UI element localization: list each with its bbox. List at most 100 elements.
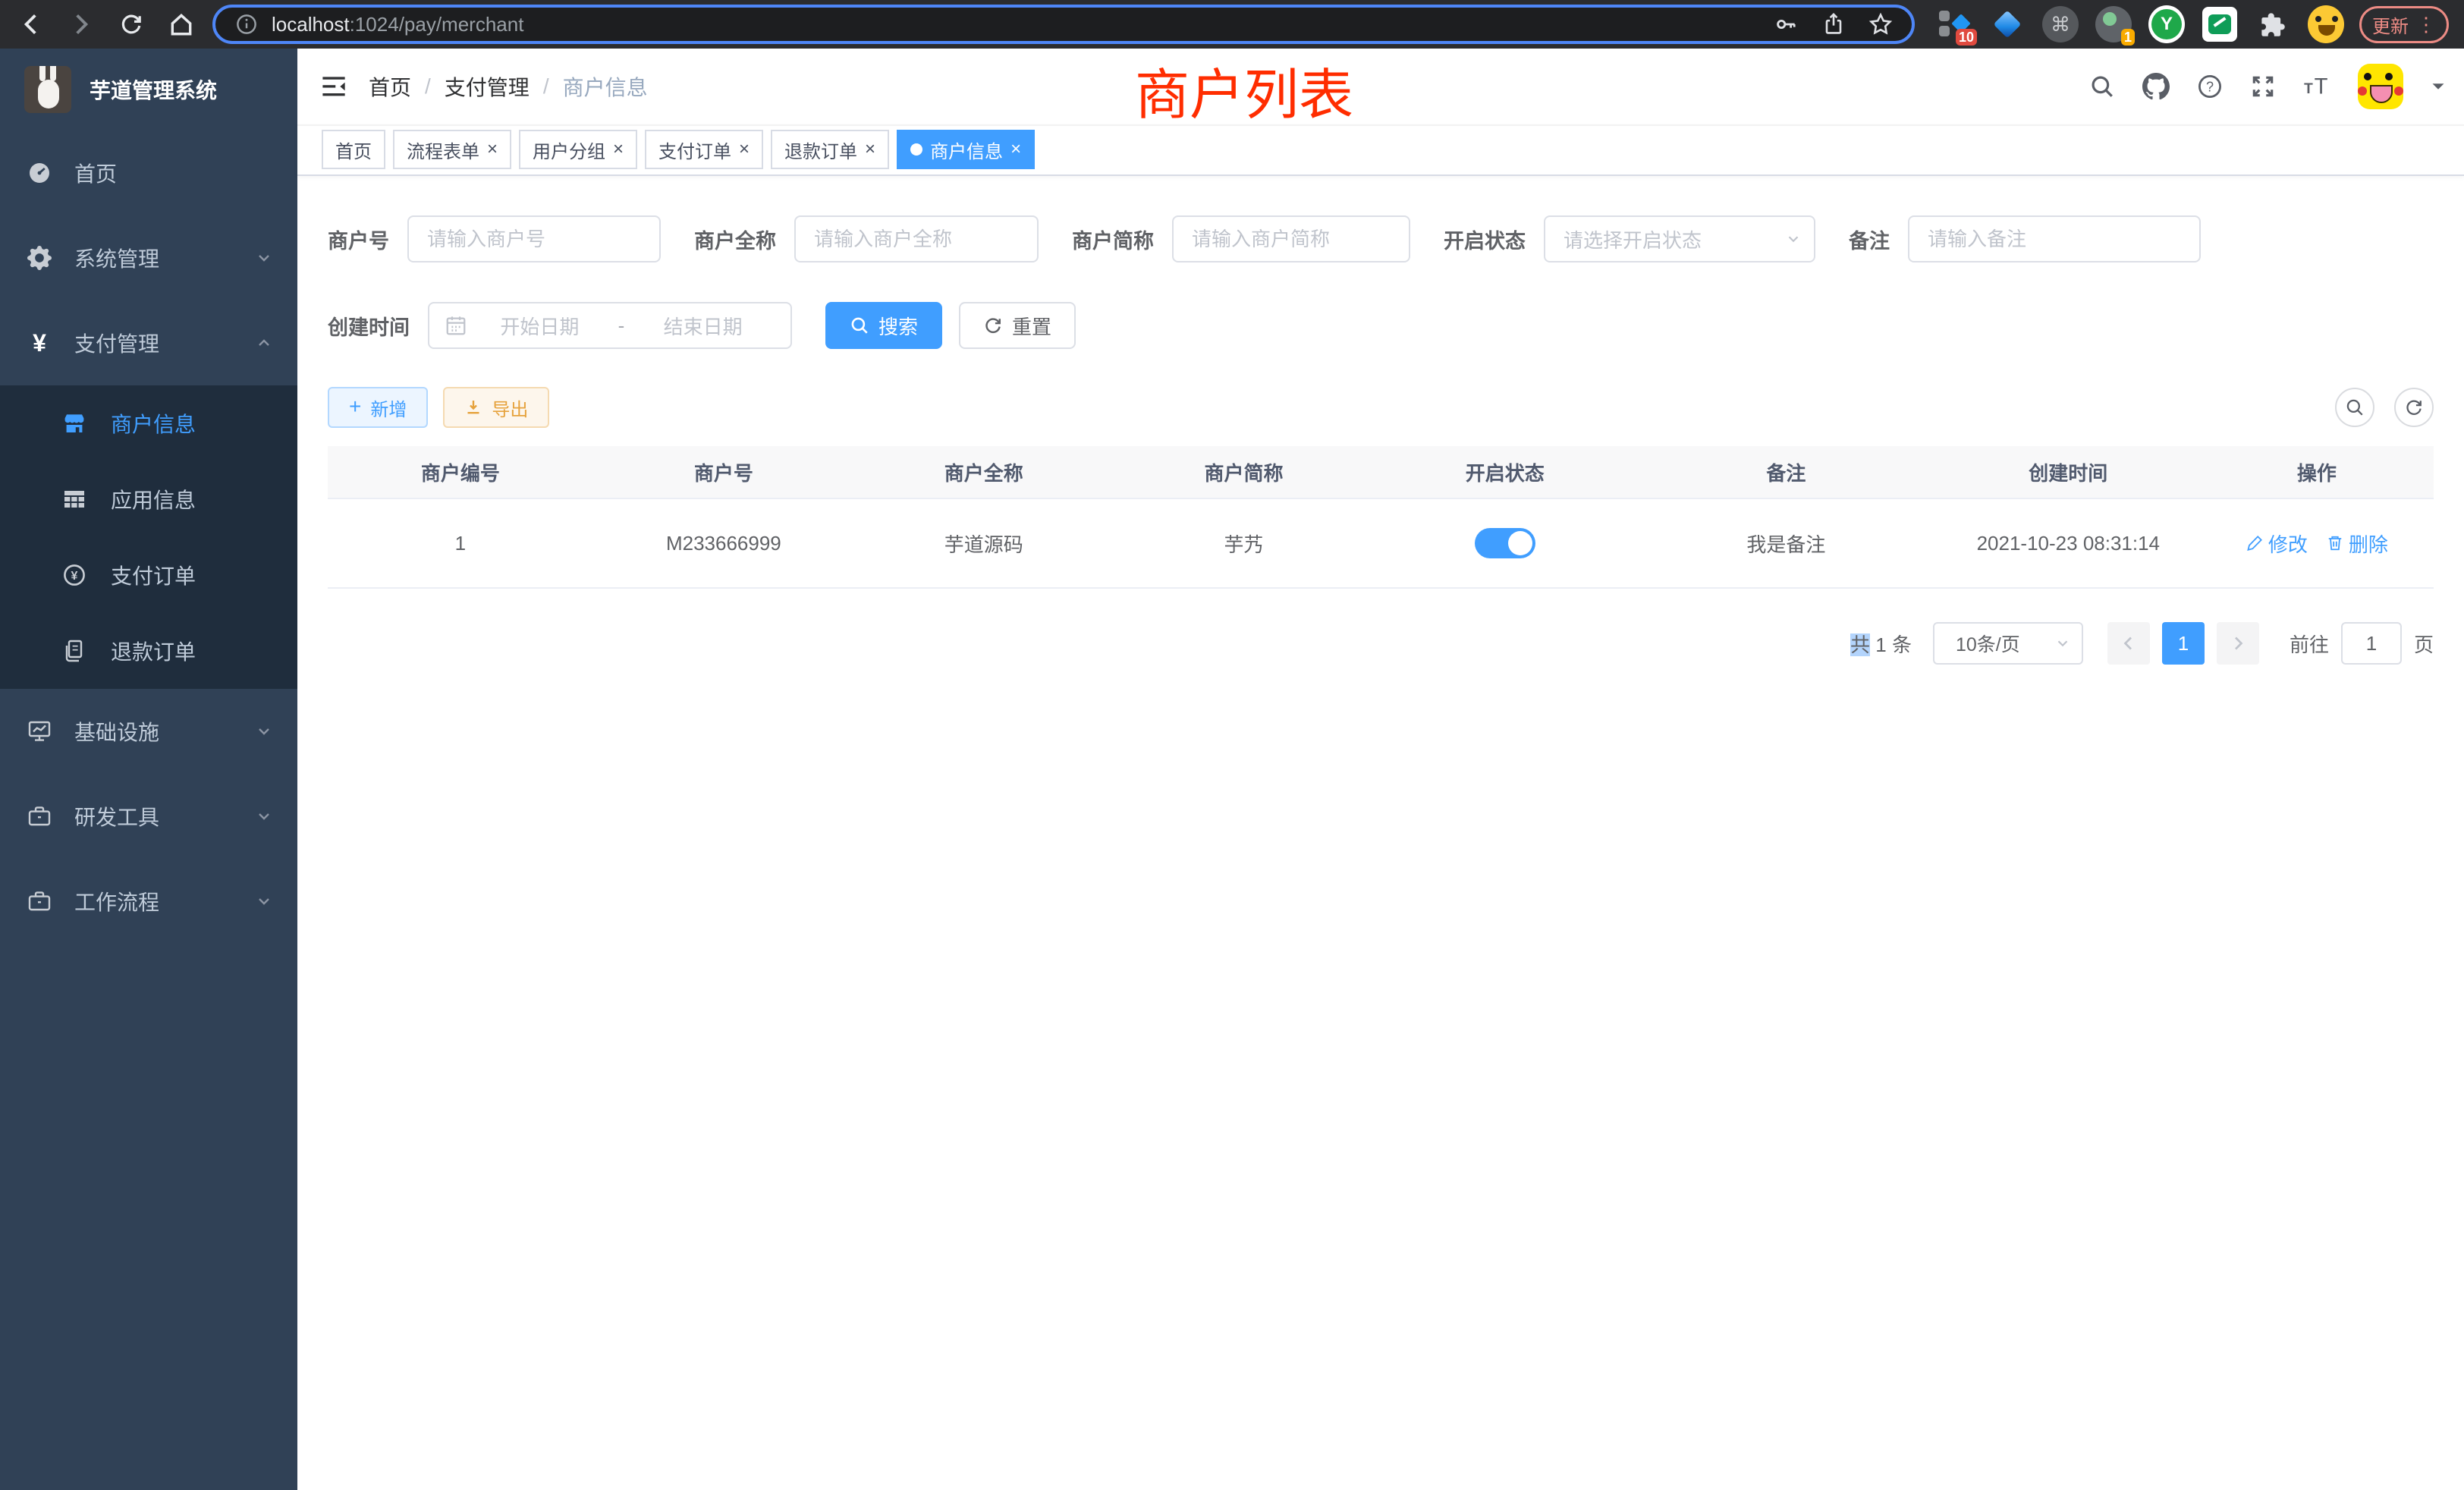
font-size-icon[interactable]: TT [2303, 73, 2330, 100]
help-icon[interactable]: ? [2197, 74, 2223, 99]
password-key-icon[interactable] [1774, 11, 1799, 37]
delete-label: 删除 [2349, 530, 2388, 558]
back-icon[interactable] [18, 11, 44, 37]
user-avatar[interactable] [2358, 64, 2403, 109]
status-select[interactable]: 请选择开启状态 [1544, 215, 1815, 262]
export-button-label: 导出 [492, 395, 528, 421]
breadcrumb-home[interactable]: 首页 [369, 71, 411, 102]
goto-page-input[interactable] [2341, 622, 2402, 665]
full-name-input[interactable] [794, 215, 1039, 262]
add-button-label: 新增 [370, 395, 407, 421]
sidebar-item-merchant-info[interactable]: 商户信息 [0, 385, 297, 461]
sidebar-item-payment[interactable]: 支付管理 [0, 300, 297, 385]
sidebar-toggle-icon[interactable] [297, 73, 369, 100]
merchant-table: 商户编号 商户号 商户全称 商户简称 开启状态 备注 创建时间 操作 1 M23… [328, 446, 2434, 589]
column-header: 商户号 [593, 458, 854, 486]
browser-update-button[interactable]: 更新 [2359, 6, 2449, 43]
sidebar-item-system[interactable]: 系统管理 [0, 215, 297, 300]
close-icon[interactable] [613, 140, 624, 159]
close-icon[interactable] [1010, 140, 1021, 159]
merchant-no-input[interactable] [407, 215, 661, 262]
fullscreen-icon[interactable] [2250, 74, 2276, 99]
page-size-select[interactable]: 10条/页 [1933, 622, 2083, 665]
status-toggle[interactable] [1475, 528, 1535, 558]
browser-profile-avatar[interactable] [2308, 6, 2344, 42]
short-name-input[interactable] [1172, 215, 1410, 262]
prev-page-button[interactable] [2107, 622, 2150, 665]
sidebar-item-home[interactable]: 首页 [0, 130, 297, 215]
filter-merchant-no: 商户号 [328, 215, 661, 262]
tab-process-form[interactable]: 流程表单 [393, 130, 511, 169]
sidebar-item-app-info[interactable]: 应用信息 [0, 461, 297, 537]
main-area: 首页 / 支付管理 / 商户信息 商户列表 ? [297, 49, 2464, 1490]
tab-home[interactable]: 首页 [322, 130, 385, 169]
field-label: 商户号 [328, 225, 389, 254]
address-bar[interactable]: localhost:1024/pay/merchant [212, 5, 1915, 44]
search-icon[interactable] [2089, 74, 2115, 99]
search-icon [850, 316, 869, 335]
pagination-total: 共 1 条 [1850, 630, 1912, 658]
breadcrumb-payment[interactable]: 支付管理 [445, 71, 530, 102]
filter-row-1: 商户号 商户全称 商户简称 开启状态 请选择开启状态 [328, 215, 2434, 262]
close-icon[interactable] [865, 140, 875, 159]
tab-refund-order[interactable]: 退款订单 [771, 130, 889, 169]
github-icon[interactable] [2142, 73, 2170, 100]
export-button[interactable]: 导出 [443, 387, 549, 428]
goto-page: 前往 页 [2290, 622, 2434, 665]
date-range-picker[interactable]: 开始日期 - 结束日期 [428, 302, 792, 349]
edit-link[interactable]: 修改 [2246, 530, 2308, 558]
forward-icon[interactable] [68, 11, 94, 37]
page-annotation-title: 商户列表 [1135, 50, 1353, 130]
share-icon[interactable] [1821, 11, 1846, 37]
extension-profile-icon[interactable]: 1 [2095, 6, 2132, 42]
next-page-button[interactable] [2217, 622, 2259, 665]
tab-pay-order[interactable]: 支付订单 [645, 130, 763, 169]
reload-icon[interactable] [118, 11, 144, 37]
sidebar-logo[interactable]: 芋道管理系统 [0, 49, 297, 130]
search-button[interactable]: 搜索 [825, 302, 942, 349]
gear-icon [26, 246, 53, 270]
filter-full-name: 商户全称 [694, 215, 1039, 262]
cell-create-time: 2021-10-23 08:31:14 [1937, 532, 2200, 555]
column-header: 商户编号 [328, 458, 593, 486]
chevron-down-icon [255, 892, 273, 910]
bookmark-star-icon[interactable] [1868, 11, 1894, 37]
tab-user-group[interactable]: 用户分组 [519, 130, 637, 169]
breadcrumb-separator: / [543, 74, 549, 99]
page-number-button[interactable]: 1 [2162, 622, 2205, 665]
reset-button[interactable]: 重置 [959, 302, 1076, 349]
total-suffix: 条 [1892, 633, 1912, 656]
close-icon[interactable] [487, 140, 498, 159]
column-header: 商户简称 [1113, 458, 1374, 486]
kite-shape [1994, 11, 2022, 39]
home-icon[interactable] [168, 11, 194, 37]
sidebar-item-workflow[interactable]: 工作流程 [0, 859, 297, 944]
toggle-search-button[interactable] [2335, 388, 2374, 427]
close-icon[interactable] [739, 140, 750, 159]
app-title: 芋道管理系统 [90, 74, 217, 105]
extensions-puzzle-icon[interactable] [2255, 6, 2291, 42]
add-button[interactable]: 新增 [328, 387, 428, 428]
remark-input[interactable] [1908, 215, 2201, 262]
extension-y-icon[interactable] [2148, 6, 2185, 42]
extension-kite-icon[interactable] [1989, 6, 2026, 42]
extension-command-icon[interactable] [2042, 6, 2079, 42]
site-info-icon[interactable] [234, 11, 259, 37]
avatar-caret-icon[interactable] [2431, 79, 2446, 94]
tab-merchant-info[interactable]: 商户信息 [897, 130, 1035, 169]
sidebar-item-refund-order[interactable]: 退款订单 [0, 613, 297, 689]
chevron-down-icon [2054, 635, 2071, 652]
sidebar-item-pay-order[interactable]: ¥ 支付订单 [0, 537, 297, 613]
extension-pin-icon[interactable]: 10 [1936, 6, 1972, 42]
url-host: localhost [272, 13, 350, 36]
table-header-row: 商户编号 商户号 商户全称 商户简称 开启状态 备注 创建时间 操作 [328, 446, 2434, 499]
sidebar-item-dev-tools[interactable]: 研发工具 [0, 774, 297, 859]
browser-toolbar: localhost:1024/pay/merchant 10 [0, 0, 2464, 49]
delete-link[interactable]: 删除 [2326, 530, 2388, 558]
sidebar-item-infrastructure[interactable]: 基础设施 [0, 689, 297, 774]
browser-menu-icon[interactable] [2416, 13, 2436, 36]
refresh-table-button[interactable] [2394, 388, 2434, 427]
extension-chat-icon[interactable] [2202, 6, 2238, 42]
total-count: 1 [1875, 633, 1886, 656]
update-label: 更新 [2372, 11, 2409, 38]
